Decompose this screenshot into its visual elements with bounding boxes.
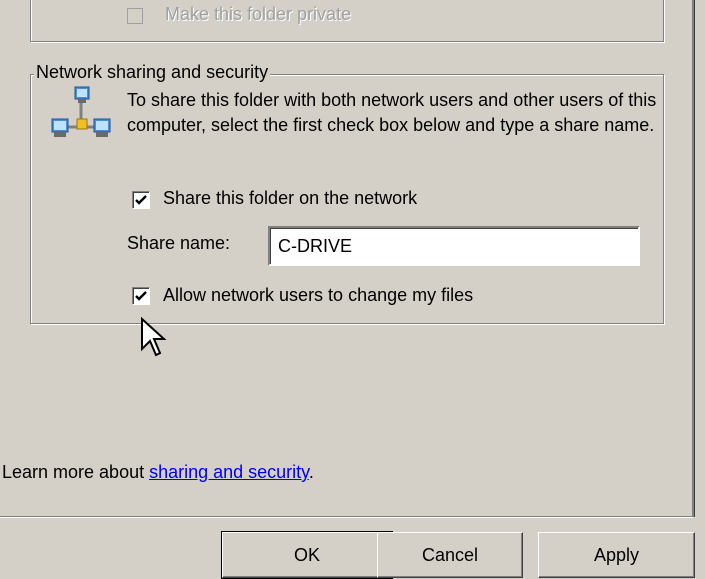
make-private-checkbox <box>127 8 143 24</box>
allow-change-label[interactable]: Allow network users to change my files <box>163 285 473 306</box>
sharing-security-link[interactable]: sharing and security <box>149 462 309 482</box>
network-sharing-group-title: Network sharing and security <box>34 62 271 83</box>
share-name-input[interactable]: C-DRIVE <box>268 226 640 266</box>
learn-more-suffix: . <box>308 462 314 482</box>
checkmark-icon <box>135 195 147 205</box>
share-folder-label[interactable]: Share this folder on the network <box>163 188 417 209</box>
network-icon <box>51 86 111 137</box>
share-folder-checkbox[interactable] <box>132 191 150 209</box>
learn-more-prefix: Learn more about <box>2 462 150 482</box>
allow-change-checkbox[interactable] <box>132 287 150 305</box>
apply-button[interactable]: Apply <box>538 532 695 578</box>
cancel-button[interactable]: Cancel <box>377 532 523 578</box>
page-border <box>692 0 695 517</box>
mouse-cursor-icon <box>141 317 167 357</box>
ok-button[interactable]: OK <box>221 531 393 579</box>
share-name-label: Share name: <box>127 233 231 253</box>
checkmark-icon <box>135 291 147 301</box>
network-sharing-description: To share this folder with both network u… <box>127 90 657 135</box>
make-private-label: Make this folder private <box>165 4 352 24</box>
folder-properties-dialog: Make this folder private Network sharing… <box>0 0 705 579</box>
button-separator <box>0 516 693 518</box>
learn-more-text: Learn more about sharing and security. <box>2 462 314 483</box>
